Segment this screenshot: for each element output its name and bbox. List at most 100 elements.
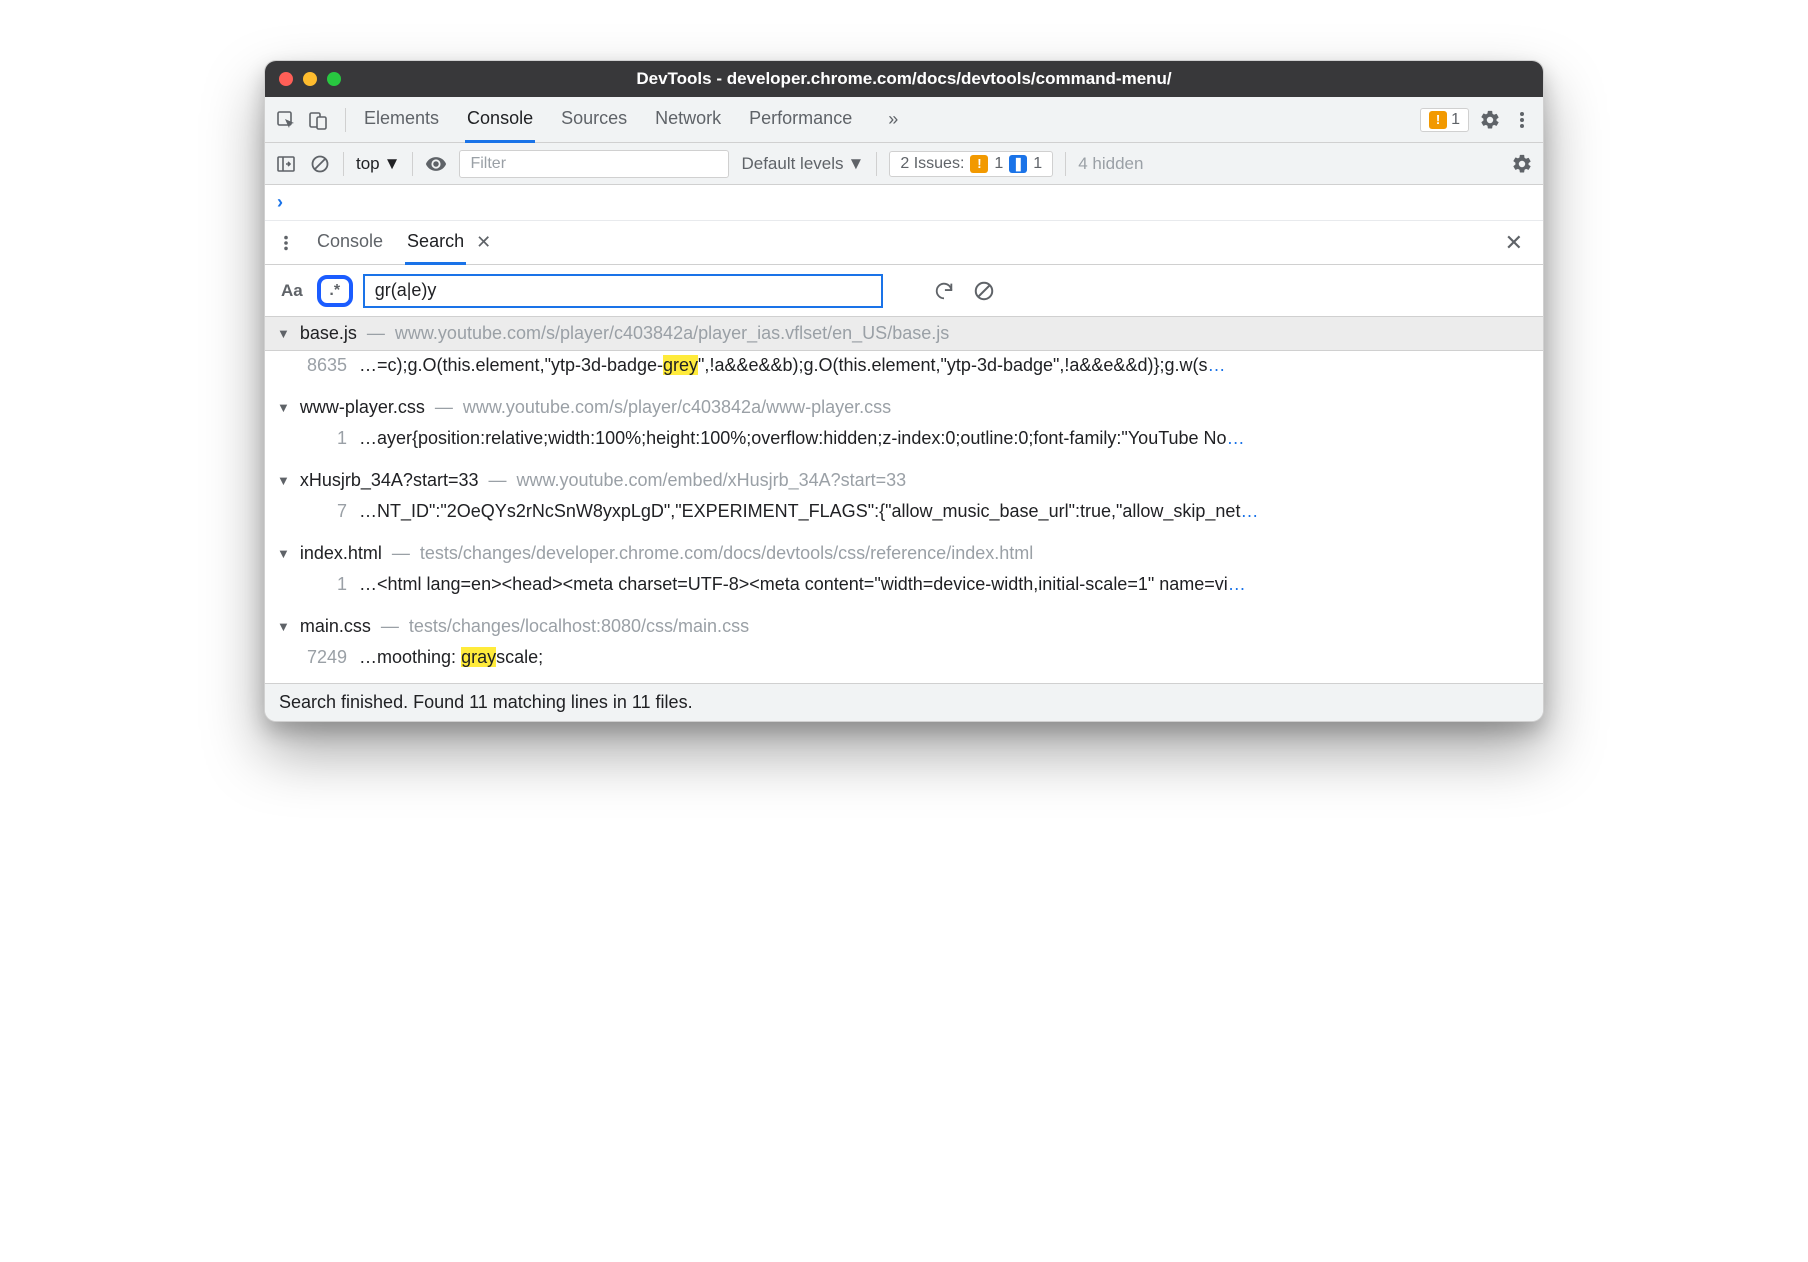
- devtools-window: DevTools - developer.chrome.com/docs/dev…: [264, 60, 1544, 722]
- minimize-window-button[interactable]: [303, 72, 317, 86]
- info-icon: ❚: [1009, 155, 1027, 173]
- separator: [412, 152, 413, 176]
- hidden-count[interactable]: 4 hidden: [1078, 154, 1143, 174]
- console-settings-icon[interactable]: [1511, 153, 1533, 175]
- drawer-menu-icon[interactable]: [277, 234, 295, 252]
- refresh-icon[interactable]: [933, 280, 955, 302]
- context-selector[interactable]: top ▼: [356, 154, 400, 174]
- separator: [876, 152, 877, 176]
- log-levels-selector[interactable]: Default levels ▼: [741, 154, 864, 174]
- match-text: …=c);g.O(this.element,"ytp-3d-badge-grey…: [359, 355, 1531, 376]
- titlebar: DevTools - developer.chrome.com/docs/dev…: [265, 61, 1543, 97]
- info-count: 1: [1033, 155, 1042, 173]
- match-text: …NT_ID":"2OeQYs2rNcSnW8yxpLgD","EXPERIME…: [359, 501, 1531, 522]
- context-label: top: [356, 154, 380, 174]
- result-file-name: main.css: [300, 616, 371, 637]
- result-file-path: www.youtube.com/embed/xHusjrb_34A?start=…: [516, 470, 906, 491]
- console-toolbar: top ▼ Filter Default levels ▼ 2 Issues: …: [265, 143, 1543, 185]
- result-file-row[interactable]: ▼index.html—tests/changes/developer.chro…: [265, 537, 1543, 570]
- issue-count: 1: [1451, 111, 1460, 129]
- tab-console[interactable]: Console: [465, 97, 535, 143]
- result-match-row[interactable]: 7249 …moothing: grayscale;: [265, 643, 1543, 683]
- drawer-tab-search[interactable]: Search: [405, 221, 466, 265]
- search-input[interactable]: gr(a|e)y: [363, 274, 883, 308]
- result-file-name: base.js: [300, 323, 357, 344]
- chevron-down-icon: ▼: [848, 154, 865, 174]
- clear-console-icon[interactable]: [309, 153, 331, 175]
- disclosure-triangle-icon: ▼: [277, 473, 290, 488]
- result-file-name: index.html: [300, 543, 382, 564]
- console-prompt[interactable]: ›: [265, 185, 1543, 221]
- match-text: …ayer{position:relative;width:100%;heigh…: [359, 428, 1531, 449]
- settings-icon[interactable]: [1479, 109, 1501, 131]
- regex-button[interactable]: .*: [317, 275, 353, 307]
- search-query: gr(a|e)y: [375, 280, 437, 301]
- match-case-button[interactable]: Aa: [277, 277, 307, 305]
- tab-elements[interactable]: Elements: [362, 97, 441, 143]
- warning-icon: !: [970, 155, 988, 173]
- warning-icon: !: [1429, 111, 1447, 129]
- close-drawer-icon[interactable]: ✕: [1497, 230, 1531, 256]
- line-number: 1: [293, 574, 347, 595]
- prompt-caret-icon: ›: [277, 192, 283, 213]
- result-file-row[interactable]: ▼xHusjrb_34A?start=33—www.youtube.com/em…: [265, 464, 1543, 497]
- line-number: 1: [293, 428, 347, 449]
- warn-count: 1: [994, 155, 1003, 173]
- result-file-path: tests/changes/localhost:8080/css/main.cs…: [409, 616, 749, 637]
- drawer-tab-console[interactable]: Console: [315, 221, 385, 265]
- kebab-menu-icon[interactable]: [1511, 109, 1533, 131]
- disclosure-triangle-icon: ▼: [277, 326, 290, 341]
- search-results: ▼base.js—www.youtube.com/s/player/c40384…: [265, 317, 1543, 683]
- chevron-down-icon: ▼: [384, 154, 401, 174]
- result-match-row[interactable]: 1 …ayer{position:relative;width:100%;heig…: [265, 424, 1543, 464]
- separator: [345, 108, 346, 132]
- drawer-tabstrip: Console Search ✕ ✕: [265, 221, 1543, 265]
- regex-label: .*: [329, 282, 340, 300]
- issues-summary[interactable]: 2 Issues: ! 1 ❚ 1: [889, 151, 1053, 177]
- result-file-name: www-player.css: [300, 397, 425, 418]
- disclosure-triangle-icon: ▼: [277, 619, 290, 634]
- tab-sources[interactable]: Sources: [559, 97, 629, 143]
- match-text: …moothing: grayscale;: [359, 647, 1531, 668]
- separator: [1065, 152, 1066, 176]
- disclosure-triangle-icon: ▼: [277, 546, 290, 561]
- result-file-row[interactable]: ▼www-player.css—www.youtube.com/s/player…: [265, 391, 1543, 424]
- close-tab-icon[interactable]: ✕: [476, 232, 491, 253]
- result-match-row[interactable]: 8635 …=c);g.O(this.element,"ytp-3d-badge-…: [265, 351, 1543, 391]
- search-toolbar: Aa .* gr(a|e)y: [265, 265, 1543, 317]
- tab-network[interactable]: Network: [653, 97, 723, 143]
- device-toggle-icon[interactable]: [307, 109, 329, 131]
- result-match-row[interactable]: 7 …NT_ID":"2OeQYs2rNcSnW8yxpLgD","EXPERIM…: [265, 497, 1543, 537]
- match-text: …<html lang=en><head><meta charset=UTF-8…: [359, 574, 1531, 595]
- panel-tabs: Elements Console Sources Network Perform…: [362, 97, 908, 143]
- line-number: 7: [293, 501, 347, 522]
- disclosure-triangle-icon: ▼: [277, 400, 290, 415]
- toggle-sidebar-icon[interactable]: [275, 153, 297, 175]
- traffic-lights: [279, 72, 341, 86]
- result-file-path: www.youtube.com/s/player/c403842a/www-pl…: [463, 397, 891, 418]
- more-tabs-button[interactable]: »: [878, 109, 908, 130]
- line-number: 7249: [293, 647, 347, 668]
- separator: [343, 152, 344, 176]
- result-file-row[interactable]: ▼main.css—tests/changes/localhost:8080/c…: [265, 610, 1543, 643]
- levels-label: Default levels: [741, 154, 843, 174]
- filter-placeholder: Filter: [470, 155, 506, 173]
- tab-performance[interactable]: Performance: [747, 97, 854, 143]
- result-match-row[interactable]: 1 …<html lang=en><head><meta charset=UTF-…: [265, 570, 1543, 610]
- filter-input[interactable]: Filter: [459, 150, 729, 178]
- inspect-icon[interactable]: [275, 109, 297, 131]
- result-file-path: tests/changes/developer.chrome.com/docs/…: [420, 543, 1033, 564]
- close-window-button[interactable]: [279, 72, 293, 86]
- clear-search-icon[interactable]: [973, 280, 995, 302]
- line-number: 8635: [293, 355, 347, 376]
- result-file-name: xHusjrb_34A?start=33: [300, 470, 479, 491]
- result-file-path: www.youtube.com/s/player/c403842a/player…: [395, 323, 949, 344]
- window-title: DevTools - developer.chrome.com/docs/dev…: [265, 69, 1543, 89]
- zoom-window-button[interactable]: [327, 72, 341, 86]
- issues-counter[interactable]: ! 1: [1420, 108, 1469, 132]
- result-file-row[interactable]: ▼base.js—www.youtube.com/s/player/c40384…: [265, 317, 1543, 351]
- main-tabstrip: Elements Console Sources Network Perform…: [265, 97, 1543, 143]
- issues-label: 2 Issues:: [900, 155, 964, 173]
- live-expression-icon[interactable]: [425, 153, 447, 175]
- status-bar: Search finished. Found 11 matching lines…: [265, 683, 1543, 721]
